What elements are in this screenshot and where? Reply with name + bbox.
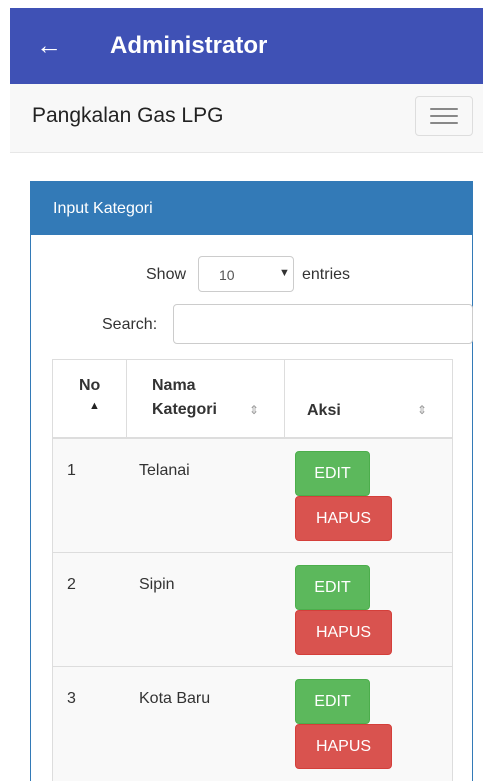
panel-title: Input Kategori (53, 200, 153, 217)
edit-button[interactable]: EDIT (295, 451, 370, 496)
search-label: Search: (102, 316, 158, 333)
sort-both-icon[interactable]: ⇕ (417, 403, 427, 417)
navbar-toggle-button[interactable] (415, 96, 473, 136)
cell-kategori: Kota Baru (139, 690, 211, 707)
caret-down-icon: ▼ (279, 267, 290, 279)
entries-length-select[interactable]: 10 ▼ (198, 256, 294, 292)
cell-kategori: Sipin (139, 576, 175, 593)
show-label: Show (146, 266, 187, 283)
table-row: 3 Kota Baru EDIT HAPUS (53, 667, 452, 781)
kategori-table: No ▲ Nama Kategori ⇕ Aksi ⇕ 1 Telanai ED… (52, 359, 453, 781)
hapus-button[interactable]: HAPUS (295, 496, 392, 541)
table-row: 1 Telanai EDIT HAPUS (53, 439, 452, 553)
edit-button[interactable]: EDIT (295, 679, 370, 724)
hapus-button[interactable]: HAPUS (295, 610, 392, 655)
arrow-left-icon[interactable]: ← (36, 30, 62, 60)
column-header-no[interactable]: No (79, 375, 100, 397)
hapus-button[interactable]: HAPUS (295, 724, 392, 769)
edit-button[interactable]: EDIT (295, 565, 370, 610)
sort-both-icon[interactable]: ⇕ (249, 403, 259, 417)
navbar-brand[interactable]: Pangkalan Gas LPG (32, 104, 223, 128)
hamburger-menu-icon (430, 108, 458, 110)
column-header-aksi[interactable]: Aksi (307, 400, 341, 422)
cell-no: 3 (67, 690, 76, 707)
table-row: 2 Sipin EDIT HAPUS (53, 553, 452, 667)
panel-heading: Input Kategori (31, 182, 472, 235)
search-input[interactable] (173, 304, 473, 344)
length-control: Show 10 ▼ entries (0, 255, 483, 292)
hamburger-menu-icon (430, 122, 458, 124)
sort-asc-icon[interactable]: ▲ (89, 400, 100, 412)
column-header-nama-kategori-line1[interactable]: Nama (152, 375, 196, 397)
cell-no: 1 (67, 462, 76, 479)
column-header-nama-kategori-line2[interactable]: Kategori (152, 399, 217, 421)
hamburger-menu-icon (430, 115, 458, 117)
cell-no: 2 (67, 576, 76, 593)
entries-label: entries (302, 266, 351, 283)
entries-length-value: 10 (219, 267, 235, 283)
app-bar: ← Administrator (10, 8, 483, 84)
cell-kategori: Telanai (139, 462, 190, 479)
app-title: Administrator (110, 32, 268, 59)
navbar: Pangkalan Gas LPG (10, 84, 483, 153)
